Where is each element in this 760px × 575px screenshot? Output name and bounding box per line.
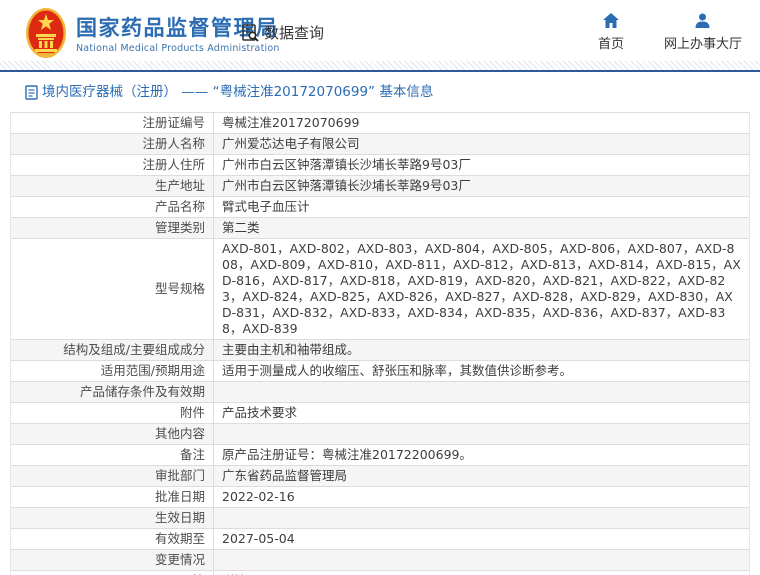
breadcrumb-text: 境内医疗器械（注册） —— “粤械注准20172070699” 基本信息 xyxy=(42,84,434,100)
table-row: 有效期至 2027-05-04 xyxy=(11,529,749,550)
nav-home-label: 首页 xyxy=(597,37,624,52)
field-label: 审批部门 xyxy=(154,468,205,483)
person-icon xyxy=(695,13,710,28)
field-label: 生产地址 xyxy=(154,178,205,193)
field-label: 产品名称 xyxy=(154,199,205,214)
table-row: 审批部门 广东省药品监督管理局 xyxy=(11,466,749,487)
table-row: 备注 原产品注册证号：粤械注准20172200699。 xyxy=(11,445,749,466)
field-value: 产品技术要求 xyxy=(213,403,749,423)
field-value xyxy=(213,550,749,570)
field-label: 注册人名称 xyxy=(142,136,205,151)
field-value: 粤械注准20172070699 xyxy=(213,113,749,133)
field-value-note: 详情 xyxy=(213,571,749,575)
field-label: 结构及组成/主要组成成分 xyxy=(63,342,205,357)
table-row: 附件 产品技术要求 xyxy=(11,403,749,424)
table-row: 注册证编号 粤械注准20172070699 xyxy=(11,113,749,134)
field-label: 注册证编号 xyxy=(142,115,205,130)
field-value: 臂式电子血压计 xyxy=(213,197,749,217)
field-value: 适用于测量成人的收缩压、舒张压和脉率，其数值供诊断参考。 xyxy=(213,361,749,381)
registration-info-table: 注册证编号 粤械注准20172070699 注册人名称 广州爱芯达电子有限公司 注册… xyxy=(10,112,750,575)
table-row: 变更情况 xyxy=(11,550,749,571)
nav-hall-label: 网上办事大厅 xyxy=(663,37,742,52)
table-row: 生效日期 xyxy=(11,508,749,529)
field-label: 其他内容 xyxy=(154,426,205,441)
field-label: 注册人住所 xyxy=(142,157,205,172)
field-label: 备注 xyxy=(179,447,205,462)
field-label: 生效日期 xyxy=(154,510,205,525)
field-label: 型号规格 xyxy=(154,281,205,296)
field-label: 批准日期 xyxy=(154,489,205,504)
field-label: 附件 xyxy=(179,405,205,420)
field-value: 广州市白云区钟落潭镇长沙埔长莘路9号03厂 xyxy=(213,176,749,196)
table-row: 批准日期 2022-02-16 xyxy=(11,487,749,508)
nav-item-online-hall[interactable]: 网上办事大厅 xyxy=(664,13,742,52)
table-row: 注册人名称 广州爱芯达电子有限公司 xyxy=(11,134,749,155)
breadcrumb: 境内医疗器械（注册） —— “粤械注准20172070699” 基本信息 xyxy=(0,72,760,112)
nav-item-home[interactable]: 首页 xyxy=(588,13,634,52)
document-search-icon xyxy=(242,23,259,42)
field-label-note: 注 xyxy=(11,571,213,575)
field-value: 广东省药品监督管理局 xyxy=(213,466,749,486)
header-hatch-texture xyxy=(0,61,760,70)
data-query-link[interactable]: 数据查询 xyxy=(240,22,324,43)
table-row: 注册人住所 广州市白云区钟落潭镇长沙埔长莘路9号03厂 xyxy=(11,155,749,176)
field-label: 产品储存条件及有效期 xyxy=(79,384,205,399)
org-subtitle: National Medical Products Administration xyxy=(76,43,280,54)
table-row: 产品名称 臂式电子血压计 xyxy=(11,197,749,218)
table-row: 管理类别 第二类 xyxy=(11,218,749,239)
field-value: 广州爱芯达电子有限公司 xyxy=(213,134,749,154)
national-emblem-logo xyxy=(26,8,66,58)
field-value: 2022-02-16 xyxy=(213,487,749,507)
site-header: 国家药品监督管理局 National Medical Products Admi… xyxy=(0,0,760,70)
table-row-model-specs: 型号规格 AXD-801，AXD-802，AXD-803，AXD-804，AXD-… xyxy=(11,239,749,340)
field-value: 2027-05-04 xyxy=(213,529,749,549)
table-row: 生产地址 广州市白云区钟落潭镇长沙埔长莘路9号03厂 xyxy=(11,176,749,197)
field-value: 广州市白云区钟落潭镇长沙埔长莘路9号03厂 xyxy=(213,155,749,175)
field-label: 适用范围/预期用途 xyxy=(100,363,205,378)
data-query-label: 数据查询 xyxy=(264,24,325,42)
field-value: 原产品注册证号：粤械注准20172200699。 xyxy=(213,445,749,465)
table-row: 其他内容 xyxy=(11,424,749,445)
field-label: 有效期至 xyxy=(154,531,205,546)
field-label: 变更情况 xyxy=(154,552,205,567)
home-icon xyxy=(602,13,619,28)
table-row: 适用范围/预期用途 适用于测量成人的收缩压、舒张压和脉率，其数值供诊断参考。 xyxy=(11,361,749,382)
field-label: 管理类别 xyxy=(154,220,205,235)
table-row: 结构及组成/主要组成成分 主要由主机和袖带组成。 xyxy=(11,340,749,361)
field-value xyxy=(213,508,749,528)
field-value: 第二类 xyxy=(213,218,749,238)
field-value: AXD-801，AXD-802，AXD-803，AXD-804，AXD-805，… xyxy=(213,239,749,339)
table-row-note: 注 详情 xyxy=(11,571,749,575)
field-value xyxy=(213,382,749,402)
field-value xyxy=(213,424,749,444)
document-icon xyxy=(25,85,38,100)
field-value: 主要由主机和袖带组成。 xyxy=(213,340,749,360)
header-nav: 首页 网上办事大厅 xyxy=(588,13,742,52)
table-row: 产品储存条件及有效期 xyxy=(11,382,749,403)
